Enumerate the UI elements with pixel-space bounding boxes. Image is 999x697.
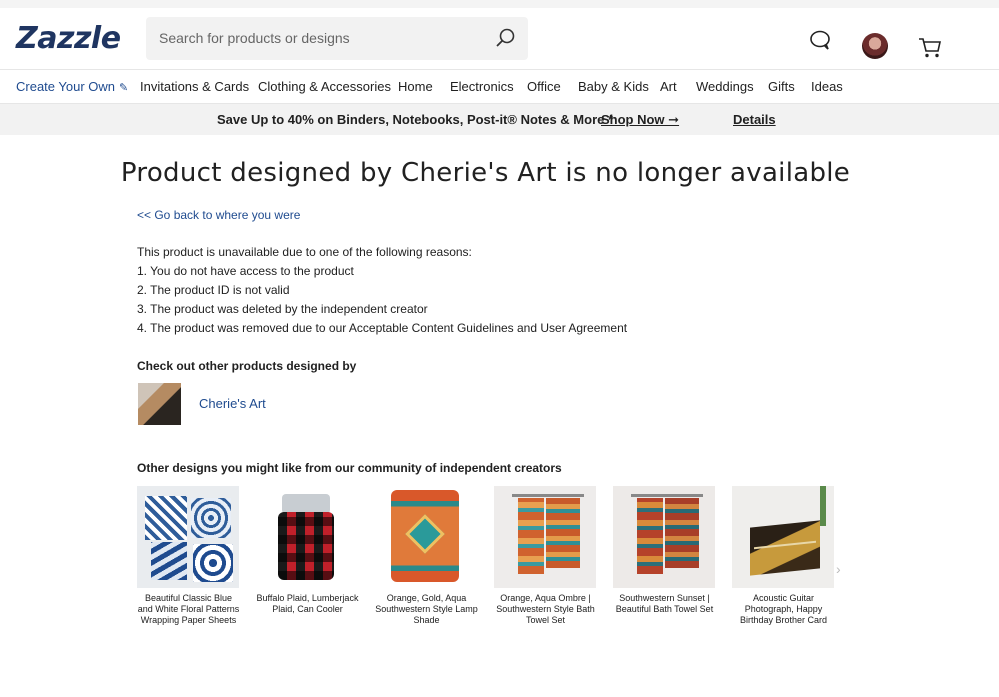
reason-item: 3. The product was deleted by the indepe… <box>137 302 428 316</box>
unavailable-reasons: This product is unavailable due to one o… <box>137 243 627 338</box>
reason-item: 1. You do not have access to the product <box>137 264 354 278</box>
reason-item: 2. The product ID is not valid <box>137 283 290 297</box>
product-card[interactable]: Acoustic Guitar Photograph, Happy Birthd… <box>732 486 835 626</box>
nav-clothing-accessories[interactable]: Clothing & Accessories <box>258 79 391 94</box>
nav-office[interactable]: Office <box>527 79 561 94</box>
cart-icon[interactable] <box>918 37 942 59</box>
checkout-heading: Check out other products designed by <box>137 359 357 373</box>
nav-create-your-own[interactable]: Create Your Own ✎ <box>16 79 128 94</box>
product-image-wrapping-paper[interactable] <box>137 486 239 588</box>
product-caption[interactable]: Beautiful Classic Blue and White Floral … <box>137 593 240 626</box>
promo-text: Save Up to 40% on Binders, Notebooks, Po… <box>217 112 614 127</box>
other-designs-heading: Other designs you might like from our co… <box>137 461 562 475</box>
promo-banner: Save Up to 40% on Binders, Notebooks, Po… <box>0 104 999 135</box>
nav-home[interactable]: Home <box>398 79 433 94</box>
shop-now-link[interactable]: Shop Now ➞ <box>601 112 679 128</box>
nav-ideas[interactable]: Ideas <box>811 79 843 94</box>
product-image-can-cooler[interactable] <box>256 486 358 588</box>
header: Zazzle Search for products or designs <box>0 8 999 70</box>
zazzle-logo[interactable]: Zazzle <box>16 21 121 56</box>
product-card[interactable]: Orange, Aqua Ombre | Southwestern Style … <box>494 486 597 626</box>
product-card[interactable]: Buffalo Plaid, Lumberjack Plaid, Can Coo… <box>256 486 359 615</box>
product-caption[interactable]: Orange, Gold, Aqua Southwestern Style La… <box>375 593 478 626</box>
creator-link[interactable]: Cherie's Art <box>199 396 266 411</box>
nav-baby-kids[interactable]: Baby & Kids <box>578 79 649 94</box>
creator-avatar[interactable] <box>138 383 181 425</box>
reason-intro: This product is unavailable due to one o… <box>137 245 472 259</box>
search-icon[interactable] <box>494 27 516 49</box>
product-card[interactable]: Beautiful Classic Blue and White Floral … <box>137 486 240 626</box>
user-avatar[interactable] <box>862 33 888 59</box>
product-caption[interactable]: Southwestern Sunset | Beautiful Bath Tow… <box>613 593 716 615</box>
search-input[interactable]: Search for products or designs <box>159 30 350 46</box>
nav-weddings[interactable]: Weddings <box>696 79 754 94</box>
chat-icon[interactable] <box>808 29 832 51</box>
category-nav: Create Your Own ✎ Invitations & Cards Clo… <box>0 70 999 104</box>
page-title: Product designed by Cherie's Art is no l… <box>120 158 851 188</box>
product-caption[interactable]: Acoustic Guitar Photograph, Happy Birthd… <box>732 593 835 626</box>
product-card[interactable]: Southwestern Sunset | Beautiful Bath Tow… <box>613 486 716 615</box>
chevron-right-icon[interactable]: › <box>836 561 841 577</box>
product-image-guitar-card[interactable] <box>732 486 834 588</box>
product-caption[interactable]: Orange, Aqua Ombre | Southwestern Style … <box>494 593 597 626</box>
product-card[interactable]: Orange, Gold, Aqua Southwestern Style La… <box>375 486 478 626</box>
pencil-icon: ✎ <box>119 82 129 94</box>
nav-label: Create Your Own <box>16 79 116 94</box>
search-bar[interactable]: Search for products or designs <box>146 17 528 60</box>
product-image-towel-set-sunset[interactable] <box>613 486 715 588</box>
top-strip <box>0 0 999 8</box>
details-link[interactable]: Details <box>733 112 776 127</box>
nav-art[interactable]: Art <box>660 79 677 94</box>
nav-electronics[interactable]: Electronics <box>450 79 514 94</box>
nav-gifts[interactable]: Gifts <box>768 79 795 94</box>
reason-item: 4. The product was removed due to our Ac… <box>137 321 628 335</box>
go-back-link[interactable]: << Go back to where you were <box>137 208 300 222</box>
product-caption[interactable]: Buffalo Plaid, Lumberjack Plaid, Can Coo… <box>256 593 359 615</box>
nav-invitations-cards[interactable]: Invitations & Cards <box>140 79 249 94</box>
product-image-lamp-shade[interactable] <box>375 486 477 588</box>
product-image-towel-set-ombre[interactable] <box>494 486 596 588</box>
